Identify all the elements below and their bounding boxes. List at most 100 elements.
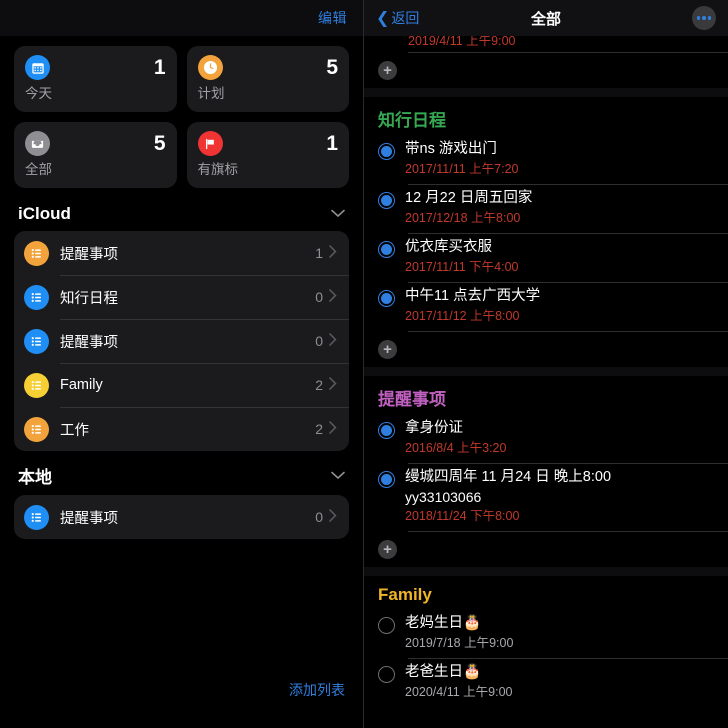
reminder-title: 中午11 点去广西大学	[405, 288, 541, 305]
list-row-label: 知行日程	[60, 290, 118, 307]
add-reminder-row[interactable]: +	[364, 531, 728, 567]
edit-button[interactable]: 编辑	[318, 8, 347, 28]
group-divider	[364, 88, 728, 97]
list-row[interactable]: Family 2	[14, 363, 349, 407]
add-reminder-row[interactable]: +	[364, 331, 728, 367]
reminder-item[interactable]: 12 月22 日周五回家 2017/12/18 上午8:00	[364, 184, 728, 233]
chevron-right-icon	[329, 245, 337, 261]
reminders-lists-screen: 编辑 1 今天 5 计划 5 全部 1 有旗标 iCloud 提醒事项 1 知行日程 0 提醒事项 0 Fa…	[0, 0, 364, 728]
reminder-title: 老爸生日🎂	[405, 664, 482, 681]
reminder-item[interactable]: 拿身份证 2016/8/4 上午3:20	[364, 414, 728, 463]
reminder-checkbox[interactable]	[378, 422, 395, 457]
calendar-icon	[25, 55, 50, 80]
section-header-0[interactable]: iCloud	[0, 192, 363, 231]
plus-icon[interactable]: +	[378, 339, 397, 359]
reminder-title: 拿身份证	[405, 420, 463, 437]
reminder-body: 带ns 游戏出门 2017/11/11 上午7:20	[405, 140, 716, 178]
clipped-task-row[interactable]: 2019/4/11 上午9:00	[364, 36, 728, 52]
list-row[interactable]: 工作 2	[14, 407, 349, 451]
chevron-right-icon	[329, 333, 337, 349]
group-title: 知行日程	[378, 111, 446, 130]
reminder-item[interactable]: 中午11 点去广西大学 2017/11/12 上午8:00	[364, 282, 728, 331]
reminders-scroll-body[interactable]: 2019/4/11 上午9:00 + 知行日程带ns 游戏出门 2017/11/1…	[364, 36, 728, 728]
reminder-checkbox[interactable]	[378, 471, 395, 525]
list-row-count: 1	[315, 245, 323, 261]
plus-icon[interactable]: +	[378, 539, 397, 559]
reminder-body: 12 月22 日周五回家 2017/12/18 上午8:00	[405, 189, 716, 227]
back-button-label: 返回	[391, 10, 420, 26]
clipped-task-date: 2019/4/11 上午9:00	[408, 36, 516, 48]
chevron-down-icon[interactable]	[331, 467, 345, 485]
list-row-label: 提醒事项	[60, 246, 118, 263]
reminder-date: 2019/7/18 上午9:00	[405, 635, 514, 650]
reminder-body: 中午11 点去广西大学 2017/11/12 上午8:00	[405, 287, 716, 325]
card-count: 1	[153, 56, 166, 79]
list-group-1: 提醒事项 0	[14, 495, 349, 539]
section-title: 本地	[18, 468, 52, 487]
plus-icon[interactable]: +	[378, 60, 397, 80]
chevron-left-icon: ❮	[376, 10, 390, 27]
list-icon	[24, 240, 49, 266]
reminder-checkbox[interactable]	[378, 290, 395, 325]
list-icon	[24, 284, 49, 310]
list-row[interactable]: 提醒事项 1	[14, 231, 349, 275]
back-button[interactable]: ❮ 返回	[376, 8, 419, 28]
reminder-checkbox[interactable]	[378, 192, 395, 227]
reminder-checkbox[interactable]	[378, 143, 395, 178]
list-row-count: 0	[315, 289, 323, 305]
section-header-1[interactable]: 本地	[0, 451, 363, 495]
list-row[interactable]: 提醒事项 0	[14, 495, 349, 539]
add-list-button[interactable]: 添加列表	[289, 680, 345, 700]
smart-card-1[interactable]: 5 计划	[186, 46, 349, 112]
reminder-date: 2017/11/12 上午8:00	[405, 308, 520, 323]
list-row[interactable]: 提醒事项 0	[14, 319, 349, 363]
left-nav-bar: 编辑	[0, 0, 363, 36]
reminder-date: 2016/8/4 上午3:20	[405, 440, 507, 455]
more-options-icon[interactable]	[692, 6, 716, 30]
group-title: Family	[378, 585, 432, 605]
list-sections: iCloud 提醒事项 1 知行日程 0 提醒事项 0 Family 2 工作 2 本地 提醒事项 0	[0, 192, 363, 539]
smart-card-3[interactable]: 1 有旗标	[186, 122, 349, 188]
reminder-date: 2018/11/24 下午8:00	[405, 508, 520, 523]
list-row-label: 提醒事项	[60, 334, 118, 351]
reminder-body: 优衣库买衣服 2017/11/11 下午4:00	[405, 238, 716, 276]
reminder-date: 2017/11/11 上午7:20	[405, 161, 519, 176]
smart-card-2[interactable]: 5 全部	[14, 122, 177, 188]
reminder-checkbox[interactable]	[378, 666, 395, 701]
reminder-item[interactable]: 缦城四周年 11 月24 日 晚上8:00 yy33103066 2018/11/2…	[364, 463, 728, 531]
reminder-item[interactable]: 老妈生日🎂 2019/7/18 上午9:00	[364, 609, 728, 658]
list-row-count: 2	[315, 421, 323, 437]
chevron-right-icon	[329, 377, 337, 393]
list-row-count: 0	[315, 509, 323, 525]
reminder-item[interactable]: 带ns 游戏出门 2017/11/11 上午7:20	[364, 135, 728, 184]
list-row-label: Family	[60, 377, 103, 393]
list-row[interactable]: 知行日程 0	[14, 275, 349, 319]
reminder-subtitle: yy33103066	[405, 488, 482, 505]
reminder-checkbox[interactable]	[378, 617, 395, 652]
group-divider	[364, 367, 728, 377]
list-icon	[24, 328, 49, 354]
reminder-checkbox[interactable]	[378, 241, 395, 276]
card-top: 1	[197, 131, 338, 156]
group-divider	[364, 567, 728, 577]
list-icon	[24, 416, 49, 442]
smart-list-cards: 1 今天 5 计划 5 全部 1 有旗标	[0, 36, 363, 192]
add-reminder-row[interactable]: +	[364, 52, 728, 88]
chevron-right-icon	[329, 509, 337, 525]
list-row-label: 工作	[60, 422, 89, 439]
smart-card-0[interactable]: 1 今天	[14, 46, 177, 112]
card-label: 计划	[197, 86, 225, 101]
inbox-icon	[25, 131, 50, 156]
group-title: 提醒事项	[378, 390, 446, 410]
card-top: 1	[25, 55, 166, 80]
list-row-count: 2	[315, 377, 323, 393]
card-label: 有旗标	[197, 162, 239, 177]
reminder-title: 优衣库买衣服	[405, 239, 492, 256]
reminder-body: 老妈生日🎂 2019/7/18 上午9:00	[405, 614, 716, 652]
reminder-body: 缦城四周年 11 月24 日 晚上8:00 yy33103066 2018/11/2…	[405, 468, 716, 525]
all-reminders-screen: ❮ 返回 全部 2019/4/11 上午9:00 + 知行日程 带ns 游戏出门 2…	[364, 0, 728, 728]
card-label: 今天	[25, 86, 52, 101]
reminder-item[interactable]: 优衣库买衣服 2017/11/11 下午4:00	[364, 233, 728, 282]
reminder-item[interactable]: 老爸生日🎂 2020/4/11 上午9:00	[364, 658, 728, 707]
chevron-down-icon[interactable]	[331, 205, 345, 223]
